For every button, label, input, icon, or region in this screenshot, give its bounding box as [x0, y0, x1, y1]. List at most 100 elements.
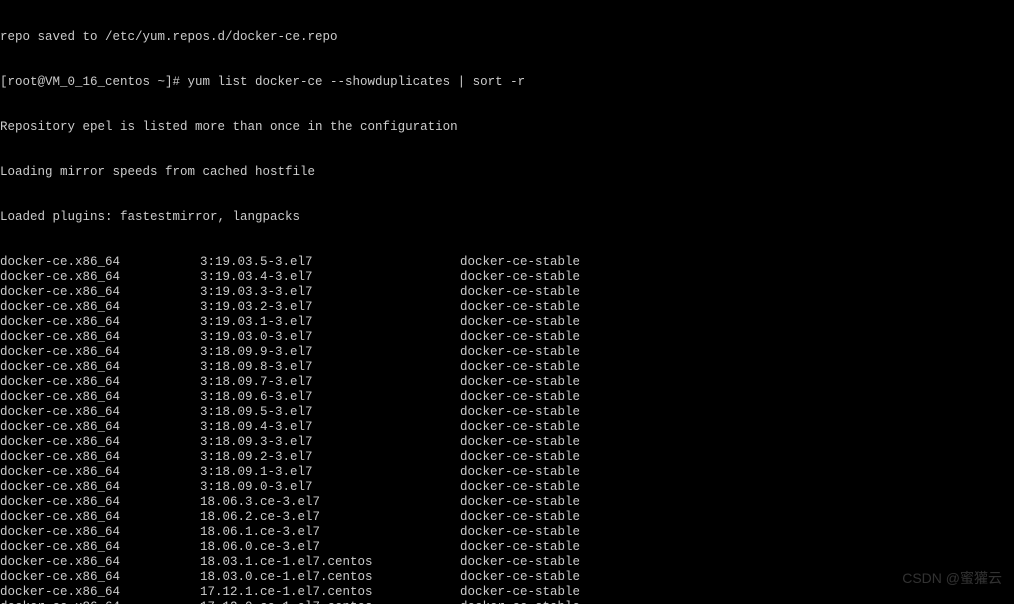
package-repo: docker-ce-stable: [460, 420, 580, 435]
package-repo: docker-ce-stable: [460, 345, 580, 360]
package-version: 3:18.09.3-3.el7: [200, 435, 460, 450]
package-row: docker-ce.x86_6418.06.2.ce-3.el7docker-c…: [0, 510, 1014, 525]
package-name: docker-ce.x86_64: [0, 345, 200, 360]
package-name: docker-ce.x86_64: [0, 450, 200, 465]
package-repo: docker-ce-stable: [460, 405, 580, 420]
terminal-output[interactable]: repo saved to /etc/yum.repos.d/docker-ce…: [0, 0, 1014, 604]
package-version: 18.03.1.ce-1.el7.centos: [200, 555, 460, 570]
package-row: docker-ce.x86_643:18.09.9-3.el7docker-ce…: [0, 345, 1014, 360]
package-repo: docker-ce-stable: [460, 540, 580, 555]
package-repo: docker-ce-stable: [460, 375, 580, 390]
package-name: docker-ce.x86_64: [0, 315, 200, 330]
package-name: docker-ce.x86_64: [0, 375, 200, 390]
package-repo: docker-ce-stable: [460, 510, 580, 525]
package-name: docker-ce.x86_64: [0, 360, 200, 375]
package-repo: docker-ce-stable: [460, 495, 580, 510]
package-version: 3:18.09.4-3.el7: [200, 420, 460, 435]
output-line: Loaded plugins: fastestmirror, langpacks: [0, 210, 1014, 225]
package-repo: docker-ce-stable: [460, 600, 580, 604]
package-repo: docker-ce-stable: [460, 300, 580, 315]
package-name: docker-ce.x86_64: [0, 540, 200, 555]
package-row: docker-ce.x86_643:19.03.0-3.el7docker-ce…: [0, 330, 1014, 345]
package-row: docker-ce.x86_643:18.09.8-3.el7docker-ce…: [0, 360, 1014, 375]
package-version: 3:19.03.3-3.el7: [200, 285, 460, 300]
package-version: 3:18.09.9-3.el7: [200, 345, 460, 360]
package-version: 17.12.1.ce-1.el7.centos: [200, 585, 460, 600]
package-row: docker-ce.x86_643:19.03.2-3.el7docker-ce…: [0, 300, 1014, 315]
package-name: docker-ce.x86_64: [0, 255, 200, 270]
package-version: 3:18.09.7-3.el7: [200, 375, 460, 390]
package-name: docker-ce.x86_64: [0, 330, 200, 345]
package-name: docker-ce.x86_64: [0, 570, 200, 585]
command-text: yum list docker-ce --showduplicates | so…: [188, 75, 526, 89]
package-row: docker-ce.x86_643:19.03.1-3.el7docker-ce…: [0, 315, 1014, 330]
package-row: docker-ce.x86_643:18.09.2-3.el7docker-ce…: [0, 450, 1014, 465]
package-version: 3:19.03.4-3.el7: [200, 270, 460, 285]
package-repo: docker-ce-stable: [460, 465, 580, 480]
package-row: docker-ce.x86_6418.03.0.ce-1.el7.centosd…: [0, 570, 1014, 585]
package-repo: docker-ce-stable: [460, 435, 580, 450]
package-row: docker-ce.x86_643:19.03.5-3.el7docker-ce…: [0, 255, 1014, 270]
package-version: 3:18.09.1-3.el7: [200, 465, 460, 480]
package-name: docker-ce.x86_64: [0, 405, 200, 420]
package-repo: docker-ce-stable: [460, 525, 580, 540]
output-line: Loading mirror speeds from cached hostfi…: [0, 165, 1014, 180]
package-row: docker-ce.x86_6417.12.1.ce-1.el7.centosd…: [0, 585, 1014, 600]
package-row: docker-ce.x86_643:18.09.3-3.el7docker-ce…: [0, 435, 1014, 450]
package-row: docker-ce.x86_643:18.09.4-3.el7docker-ce…: [0, 420, 1014, 435]
package-name: docker-ce.x86_64: [0, 285, 200, 300]
package-repo: docker-ce-stable: [460, 315, 580, 330]
package-row: docker-ce.x86_643:18.09.5-3.el7docker-ce…: [0, 405, 1014, 420]
package-row: docker-ce.x86_6418.03.1.ce-1.el7.centosd…: [0, 555, 1014, 570]
package-version: 3:18.09.8-3.el7: [200, 360, 460, 375]
package-repo: docker-ce-stable: [460, 330, 580, 345]
package-repo: docker-ce-stable: [460, 390, 580, 405]
package-repo: docker-ce-stable: [460, 450, 580, 465]
package-name: docker-ce.x86_64: [0, 480, 200, 495]
package-row: docker-ce.x86_6418.06.1.ce-3.el7docker-c…: [0, 525, 1014, 540]
package-version: 3:19.03.1-3.el7: [200, 315, 460, 330]
output-line: repo saved to /etc/yum.repos.d/docker-ce…: [0, 30, 1014, 45]
package-repo: docker-ce-stable: [460, 360, 580, 375]
package-repo: docker-ce-stable: [460, 480, 580, 495]
package-version: 17.12.0.ce-1.el7.centos: [200, 600, 460, 604]
package-name: docker-ce.x86_64: [0, 390, 200, 405]
package-row: docker-ce.x86_643:19.03.4-3.el7docker-ce…: [0, 270, 1014, 285]
package-version: 18.06.1.ce-3.el7: [200, 525, 460, 540]
package-name: docker-ce.x86_64: [0, 435, 200, 450]
package-row: docker-ce.x86_6418.06.3.ce-3.el7docker-c…: [0, 495, 1014, 510]
package-repo: docker-ce-stable: [460, 570, 580, 585]
package-name: docker-ce.x86_64: [0, 465, 200, 480]
package-name: docker-ce.x86_64: [0, 555, 200, 570]
package-name: docker-ce.x86_64: [0, 585, 200, 600]
package-version: 3:18.09.2-3.el7: [200, 450, 460, 465]
package-row: docker-ce.x86_643:18.09.0-3.el7docker-ce…: [0, 480, 1014, 495]
package-row: docker-ce.x86_6417.12.0.ce-1.el7.centosd…: [0, 600, 1014, 604]
package-version: 18.03.0.ce-1.el7.centos: [200, 570, 460, 585]
package-repo: docker-ce-stable: [460, 270, 580, 285]
package-row: docker-ce.x86_6418.06.0.ce-3.el7docker-c…: [0, 540, 1014, 555]
package-name: docker-ce.x86_64: [0, 300, 200, 315]
package-version: 18.06.3.ce-3.el7: [200, 495, 460, 510]
package-row: docker-ce.x86_643:18.09.6-3.el7docker-ce…: [0, 390, 1014, 405]
package-version: 3:19.03.5-3.el7: [200, 255, 460, 270]
package-version: 3:19.03.2-3.el7: [200, 300, 460, 315]
package-row: docker-ce.x86_643:19.03.3-3.el7docker-ce…: [0, 285, 1014, 300]
package-name: docker-ce.x86_64: [0, 525, 200, 540]
package-row: docker-ce.x86_643:18.09.1-3.el7docker-ce…: [0, 465, 1014, 480]
package-version: 3:18.09.5-3.el7: [200, 405, 460, 420]
package-repo: docker-ce-stable: [460, 255, 580, 270]
package-repo: docker-ce-stable: [460, 585, 580, 600]
package-version: 18.06.0.ce-3.el7: [200, 540, 460, 555]
package-version: 18.06.2.ce-3.el7: [200, 510, 460, 525]
package-version: 3:18.09.6-3.el7: [200, 390, 460, 405]
output-line: Repository epel is listed more than once…: [0, 120, 1014, 135]
package-row: docker-ce.x86_643:18.09.7-3.el7docker-ce…: [0, 375, 1014, 390]
package-repo: docker-ce-stable: [460, 555, 580, 570]
package-version: 3:18.09.0-3.el7: [200, 480, 460, 495]
package-version: 3:19.03.0-3.el7: [200, 330, 460, 345]
package-name: docker-ce.x86_64: [0, 495, 200, 510]
package-name: docker-ce.x86_64: [0, 510, 200, 525]
package-name: docker-ce.x86_64: [0, 600, 200, 604]
package-name: docker-ce.x86_64: [0, 270, 200, 285]
